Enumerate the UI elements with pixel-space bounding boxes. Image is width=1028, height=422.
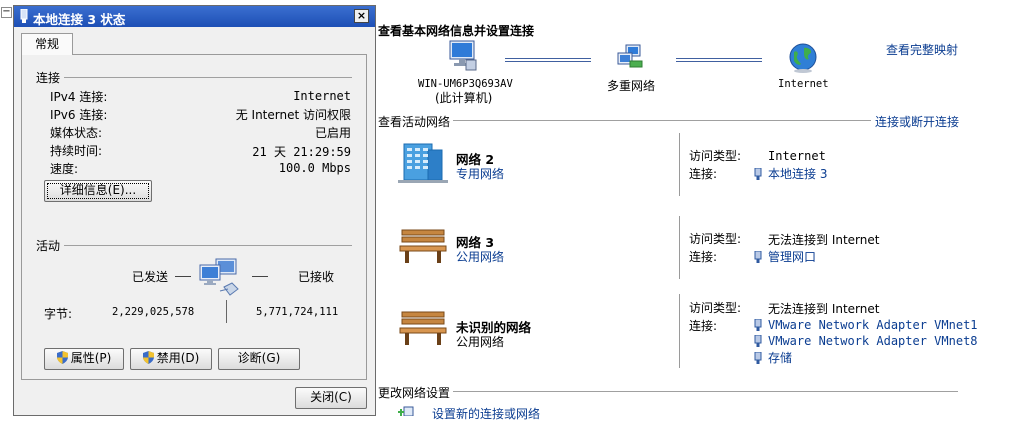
tree-strip: − [0, 0, 14, 416]
ipv6-value: 无 Internet 访问权限 [235, 108, 351, 122]
bytes-label: 字节: [44, 307, 73, 321]
active-networks-label: 查看活动网络 [378, 115, 451, 129]
computer-icon [449, 40, 477, 71]
page-title: 查看基本网络信息并设置连接 [378, 24, 535, 38]
office-building-icon [398, 143, 448, 183]
general-tab-panel: 连接 IPv4 连接: Internet IPv6 连接: 无 Internet… [21, 54, 367, 380]
divider [453, 120, 871, 121]
network-adapter-icon [754, 168, 762, 180]
park-bench-icon [399, 311, 447, 345]
connection-link[interactable]: 存储 [754, 349, 792, 366]
connection-name: 本地连接 3 [768, 167, 828, 181]
access-type-value: 无法连接到 Internet [768, 233, 880, 247]
network-category-label: 公用网络 [456, 335, 505, 349]
ipv6-label: IPv6 连接: [50, 108, 108, 122]
internet-label: Internet [778, 78, 829, 90]
multiple-networks-icon [617, 44, 643, 68]
network-adapter-icon [20, 9, 28, 23]
connection-group-heading: 连接 [36, 71, 61, 85]
speed-value: 100.0 Mbps [278, 161, 351, 175]
internet-globe-icon [789, 43, 817, 73]
setup-new-connection-link[interactable]: 设置新的连接或网络 [432, 405, 540, 422]
connection-label: 连接: [689, 250, 718, 264]
dialog-title: 本地连接 3 状态 [33, 12, 126, 27]
diagnose-button[interactable]: 诊断(G) [218, 348, 300, 370]
column-divider [679, 216, 680, 279]
activity-group-heading: 活动 [36, 239, 61, 253]
network-adapter-icon [754, 352, 762, 364]
map-connector [505, 58, 591, 62]
access-type-value: 无法连接到 Internet [768, 302, 880, 316]
duration-value: 21 天 21:29:59 [252, 145, 351, 159]
connect-disconnect-link[interactable]: 连接或断开连接 [875, 113, 959, 130]
bytes-received-value: 5,771,724,111 [256, 306, 339, 318]
sent-label: 已发送 [132, 270, 169, 284]
properties-button[interactable]: 属性(P) [44, 348, 124, 370]
park-bench-icon [399, 229, 447, 263]
access-type-label: 访问类型: [689, 149, 742, 163]
tree-collapse-icon[interactable]: − [1, 7, 12, 18]
bytes-sent-value: 2,229,025,578 [112, 306, 195, 318]
connection-label: 连接: [689, 319, 718, 333]
tab-general[interactable]: 常规 [21, 33, 73, 55]
access-type-label: 访问类型: [689, 301, 742, 315]
connection-link[interactable]: VMware Network Adapter VMnet1 [754, 318, 978, 332]
dialog-titlebar[interactable]: 本地连接 3 状态 × [14, 6, 375, 27]
media-state-label: 媒体状态: [50, 126, 103, 140]
bytes-divider [226, 300, 227, 323]
close-icon[interactable]: × [354, 9, 369, 23]
connection-link[interactable]: 管理网口 [754, 248, 816, 265]
duration-label: 持续时间: [50, 144, 103, 158]
connection-link[interactable]: 本地连接 3 [754, 165, 827, 182]
disable-button[interactable]: 禁用(D) [130, 348, 212, 370]
network-adapter-icon [754, 251, 762, 263]
connection-name: VMware Network Adapter VMnet1 [768, 318, 978, 332]
access-type-value: Internet [768, 149, 826, 163]
multiple-networks-label: 多重网络 [607, 79, 656, 93]
network-activity-icon [199, 258, 239, 296]
speed-label: 速度: [50, 162, 79, 176]
properties-label: 属性(P) [70, 351, 112, 365]
network-adapter-icon [754, 319, 762, 331]
connection-name: VMware Network Adapter VMnet8 [768, 334, 978, 348]
divider [64, 77, 352, 78]
column-divider [679, 294, 680, 368]
disable-label: 禁用(D) [156, 351, 200, 365]
network-sharing-center: 查看基本网络信息并设置连接 查看完整映射 WIN-UM6P3Q693AV (此计… [378, 0, 1028, 421]
uac-shield-icon [56, 351, 68, 364]
connection-label: 连接: [689, 167, 718, 181]
sent-dash [175, 276, 191, 277]
access-type-label: 访问类型: [689, 232, 742, 246]
ipv4-label: IPv4 连接: [50, 90, 108, 104]
local-connection-status-dialog: 本地连接 3 状态 × 常规 连接 IPv4 连接: Internet IPv6… [13, 5, 376, 416]
network-category-link[interactable]: 专用网络 [456, 165, 504, 182]
map-connector [676, 58, 762, 62]
ipv4-value: Internet [293, 89, 351, 103]
recv-dash [252, 276, 268, 277]
media-state-value: 已启用 [314, 126, 351, 140]
uac-shield-icon [142, 351, 154, 364]
received-label: 已接收 [298, 270, 335, 284]
column-divider [679, 133, 680, 196]
network-adapter-icon [754, 335, 762, 347]
divider [64, 245, 352, 246]
close-button[interactable]: 关闭(C) [295, 387, 367, 409]
change-settings-label: 更改网络设置 [378, 386, 451, 400]
divider [453, 391, 958, 392]
connection-name: 存储 [768, 351, 793, 365]
view-full-map-link[interactable]: 查看完整映射 [886, 41, 958, 58]
network-category-link[interactable]: 公用网络 [456, 248, 504, 265]
setup-connection-icon [398, 406, 414, 416]
details-button[interactable]: 详细信息(E)... [44, 180, 152, 202]
connection-name: 管理网口 [768, 250, 817, 264]
computer-sub-label: (此计算机) [435, 91, 493, 105]
connection-link[interactable]: VMware Network Adapter VMnet8 [754, 334, 978, 348]
